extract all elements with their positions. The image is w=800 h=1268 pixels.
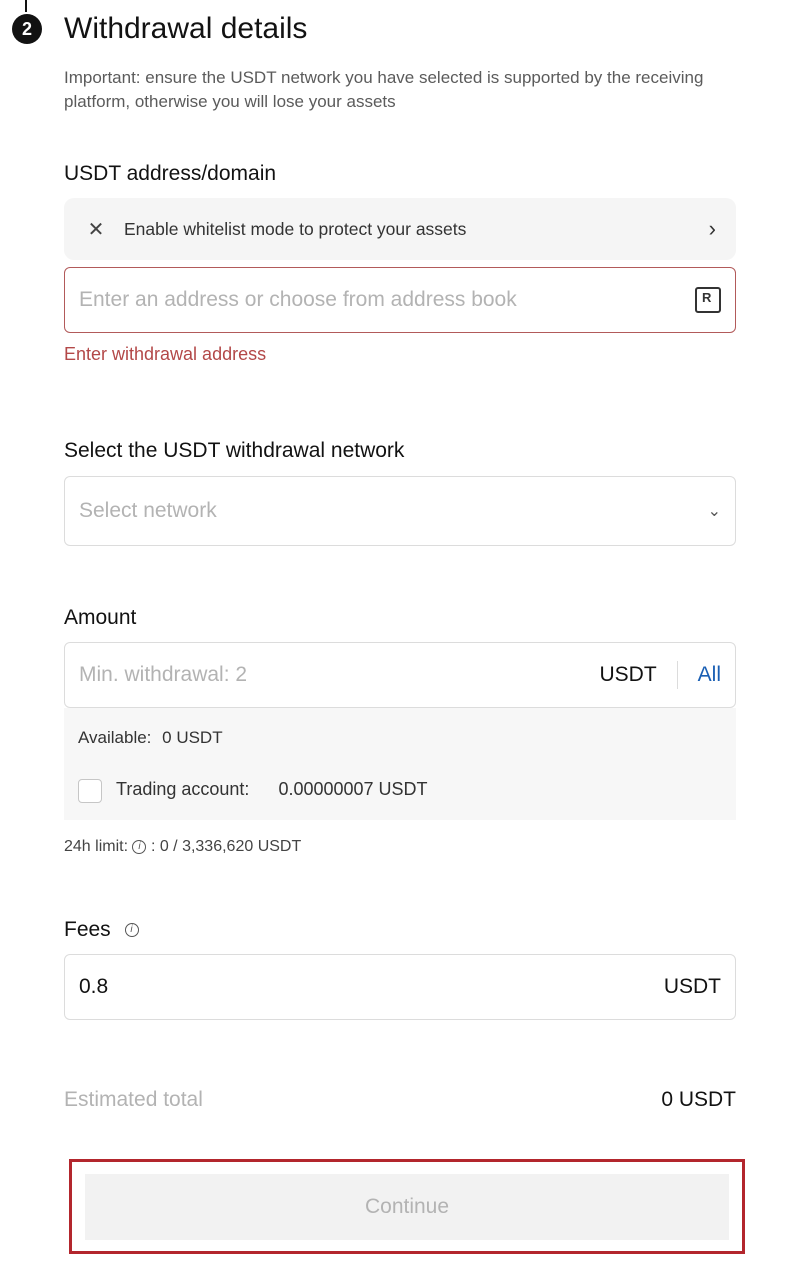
page-title: Withdrawal details bbox=[64, 12, 308, 45]
address-input[interactable] bbox=[79, 288, 695, 312]
step-number-badge: 2 bbox=[12, 14, 42, 44]
fees-label-row: Fees i bbox=[64, 918, 139, 942]
balance-panel: Available: 0 USDT Trading account: 0.000… bbox=[64, 708, 736, 820]
amount-input[interactable] bbox=[79, 663, 600, 687]
amount-unit: USDT bbox=[599, 661, 678, 689]
daily-limit: 24h limit: i : 0 / 3,336,620 USDT bbox=[64, 838, 301, 856]
fees-field: USDT bbox=[64, 954, 736, 1020]
trading-account-value: 0.00000007 USDT bbox=[278, 779, 428, 799]
address-book-icon[interactable] bbox=[695, 287, 721, 313]
amount-field[interactable]: USDT All bbox=[64, 642, 736, 708]
fees-label: Fees bbox=[64, 918, 111, 941]
step-connector-line bbox=[25, 0, 27, 12]
close-icon[interactable]: ✕ bbox=[84, 217, 108, 242]
info-icon[interactable]: i bbox=[132, 839, 147, 854]
available-label: Available: bbox=[78, 728, 152, 747]
fees-info-icon[interactable]: i bbox=[124, 923, 139, 938]
available-value: 0 USDT bbox=[162, 728, 223, 747]
whitelist-banner[interactable]: ✕ Enable whitelist mode to protect your … bbox=[64, 198, 736, 260]
chevron-right-icon: › bbox=[708, 216, 716, 241]
trading-account-row: Trading account: 0.00000007 USDT bbox=[116, 779, 428, 800]
chevron-down-icon: ⌄ bbox=[707, 503, 721, 520]
address-label: USDT address/domain bbox=[64, 162, 277, 185]
network-placeholder: Select network bbox=[79, 499, 217, 522]
all-button[interactable]: All bbox=[678, 663, 721, 687]
available-balance: Available: 0 USDT bbox=[78, 728, 223, 748]
fees-value bbox=[79, 975, 664, 999]
estimated-total-value: 0 USDT bbox=[661, 1088, 736, 1111]
limit-value: : 0 / 3,336,620 USDT bbox=[150, 838, 302, 855]
address-field[interactable] bbox=[64, 267, 736, 333]
estimated-total-label: Estimated total bbox=[64, 1088, 203, 1111]
fees-unit: USDT bbox=[663, 975, 721, 998]
network-label: Select the USDT withdrawal network bbox=[64, 439, 405, 462]
important-notice: Important: ensure the USDT network you h… bbox=[64, 68, 704, 111]
amount-label: Amount bbox=[64, 606, 137, 629]
trading-account-checkbox[interactable] bbox=[78, 779, 102, 803]
limit-label: 24h limit: bbox=[64, 838, 129, 855]
network-select[interactable]: Select network ⌄ bbox=[64, 476, 736, 546]
continue-button[interactable]: Continue bbox=[85, 1174, 729, 1240]
whitelist-text: Enable whitelist mode to protect your as… bbox=[124, 218, 467, 239]
continue-highlight-frame: Continue bbox=[69, 1159, 745, 1254]
trading-account-label: Trading account: bbox=[116, 779, 250, 799]
address-error-message: Enter withdrawal address bbox=[64, 344, 267, 364]
